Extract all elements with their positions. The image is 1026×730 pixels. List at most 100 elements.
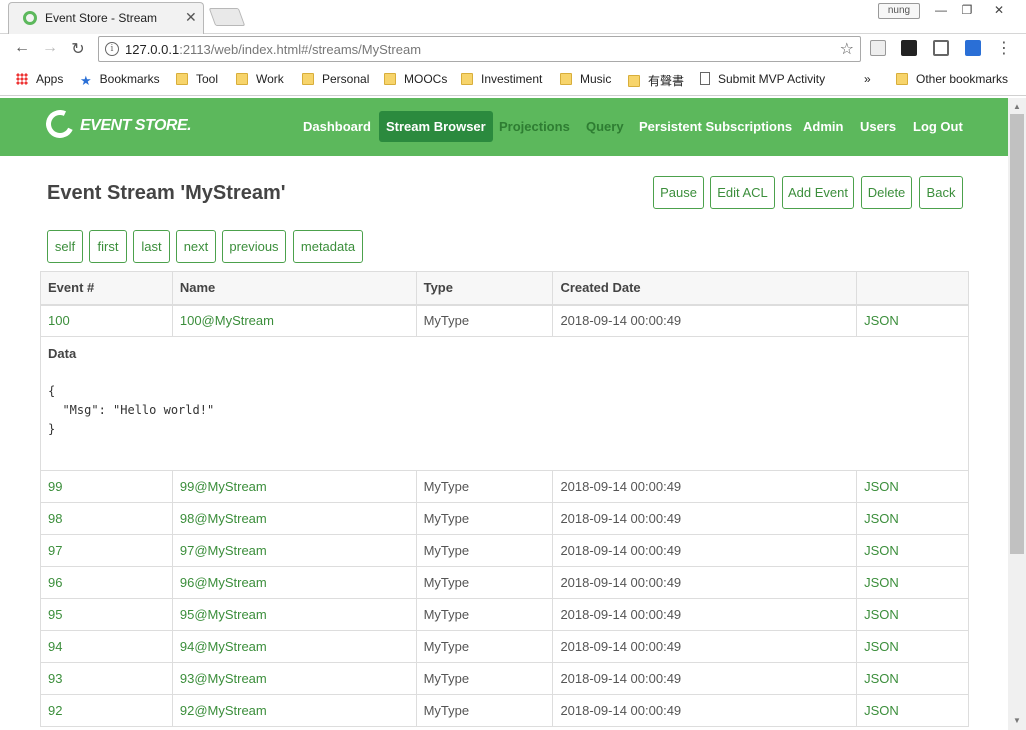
event-number-link[interactable]: 93: [40, 662, 173, 695]
new-tab-button[interactable]: [208, 8, 246, 26]
json-link[interactable]: JSON: [856, 502, 969, 535]
bookmark-moocs[interactable]: MOOCs: [384, 72, 447, 86]
folder-icon: [176, 73, 188, 85]
star-icon[interactable]: ☆: [840, 39, 854, 59]
event-created-date: 2018-09-14 00:00:49: [552, 566, 858, 599]
forward-arrow-icon[interactable]: →: [40, 39, 60, 57]
event-created-date: 2018-09-14 00:00:49: [552, 470, 858, 503]
eventstore-favicon-icon: [23, 11, 37, 25]
event-name-link[interactable]: 98@MyStream: [171, 502, 417, 535]
json-link[interactable]: JSON: [856, 304, 969, 337]
event-number-link[interactable]: 96: [40, 566, 173, 599]
bookmark-bookmarks[interactable]: ★ Bookmarks: [80, 72, 160, 89]
event-name-link[interactable]: 95@MyStream: [171, 598, 417, 631]
next-button[interactable]: next: [176, 230, 216, 263]
last-button[interactable]: last: [133, 230, 170, 263]
json-link[interactable]: JSON: [856, 694, 969, 727]
json-link[interactable]: JSON: [856, 534, 969, 567]
delete-button[interactable]: Delete: [861, 176, 912, 209]
edit-acl-button[interactable]: Edit ACL: [710, 176, 775, 209]
logo-text[interactable]: EVENT STORE.: [80, 117, 192, 135]
scroll-thumb[interactable]: [1010, 114, 1024, 554]
bookmark-investiment[interactable]: Investiment: [461, 72, 542, 86]
previous-button[interactable]: previous: [222, 230, 286, 263]
more-menu-icon[interactable]: ⋮: [996, 38, 1012, 58]
event-name-link[interactable]: 100@MyStream: [171, 304, 417, 337]
json-link[interactable]: JSON: [856, 598, 969, 631]
nav-logout[interactable]: Log Out: [913, 119, 963, 134]
eventstore-logo-icon[interactable]: [42, 106, 78, 142]
event-number-link[interactable]: 98: [40, 502, 173, 535]
add-event-button[interactable]: Add Event: [782, 176, 854, 209]
json-link[interactable]: JSON: [856, 470, 969, 503]
event-name-link[interactable]: 97@MyStream: [171, 534, 417, 567]
extension-copy-icon[interactable]: [870, 40, 886, 56]
tab-title: Event Store - Stream: [45, 11, 158, 25]
table-row: 93 93@MyStream MyType 2018-09-14 00:00:49 JS…: [40, 662, 969, 695]
self-button[interactable]: self: [47, 230, 83, 263]
close-icon[interactable]: ✕: [185, 9, 197, 26]
event-created-date: 2018-09-14 00:00:49: [552, 630, 858, 663]
first-button[interactable]: first: [89, 230, 127, 263]
bookmark-submit-mvp[interactable]: Submit MVP Activity: [700, 72, 825, 86]
back-arrow-icon[interactable]: ←: [12, 39, 32, 57]
address-bar[interactable]: i 127.0.0.1:2113/web/index.html#/streams…: [98, 36, 861, 62]
info-icon[interactable]: i: [105, 42, 119, 56]
event-name-link[interactable]: 93@MyStream: [171, 662, 417, 695]
event-name-link[interactable]: 94@MyStream: [171, 630, 417, 663]
event-name-link[interactable]: 96@MyStream: [171, 566, 417, 599]
bookmark-personal[interactable]: Personal: [302, 72, 369, 86]
json-link[interactable]: JSON: [856, 630, 969, 663]
nav-persistent-subscriptions[interactable]: Persistent Subscriptions: [639, 119, 792, 134]
scroll-up-icon[interactable]: ▲: [1013, 102, 1021, 111]
event-name-link[interactable]: 99@MyStream: [171, 470, 417, 503]
metadata-button[interactable]: metadata: [293, 230, 363, 263]
page-scrollbar[interactable]: ▲ ▼: [1008, 98, 1026, 730]
bookmark-apps[interactable]: Apps: [16, 72, 63, 86]
extension-trello-icon[interactable]: [933, 40, 949, 56]
bookmark-other[interactable]: Other bookmarks: [896, 72, 1008, 86]
pause-button[interactable]: Pause: [653, 176, 704, 209]
bookmarks-overflow-icon[interactable]: »: [864, 72, 871, 86]
bookmarks-bar: Apps ★ Bookmarks Tool Work Personal MOOCs…: [0, 64, 1026, 96]
nav-projections[interactable]: Projections: [499, 119, 570, 134]
restore-icon[interactable]: ❐: [952, 1, 982, 19]
window-close-icon[interactable]: ✕: [984, 1, 1014, 19]
event-created-date: 2018-09-14 00:00:49: [552, 694, 858, 727]
bookmark-label: 有聲書: [648, 74, 685, 88]
event-created-date: 2018-09-14 00:00:49: [552, 598, 858, 631]
bookmark-label: Submit MVP Activity: [718, 72, 826, 86]
nav-users[interactable]: Users: [860, 119, 896, 134]
nav-admin[interactable]: Admin: [803, 119, 843, 134]
extension-play-icon[interactable]: [901, 40, 917, 56]
reload-icon[interactable]: ↻: [68, 39, 88, 59]
table-row: 92 92@MyStream MyType 2018-09-14 00:00:49 JS…: [40, 694, 969, 727]
nav-query[interactable]: Query: [586, 119, 624, 134]
bookmark-audiobooks[interactable]: 有聲書: [628, 72, 684, 89]
json-link[interactable]: JSON: [856, 566, 969, 599]
browser-tab[interactable]: Event Store - Stream ✕: [8, 2, 204, 34]
event-number-link[interactable]: 100: [40, 304, 173, 337]
event-number-link[interactable]: 97: [40, 534, 173, 567]
event-number-link[interactable]: 94: [40, 630, 173, 663]
event-type: MyType: [415, 694, 554, 727]
event-number-link[interactable]: 95: [40, 598, 173, 631]
table-row: 100 100@MyStream MyType 2018-09-14 00:00…: [40, 304, 969, 337]
back-button[interactable]: Back: [919, 176, 963, 209]
bookmark-work[interactable]: Work: [236, 72, 284, 86]
nav-dashboard[interactable]: Dashboard: [303, 119, 371, 134]
event-number-link[interactable]: 99: [40, 470, 173, 503]
table-row: 97 97@MyStream MyType 2018-09-14 00:00:49 JS…: [40, 534, 969, 567]
bookmark-label: Music: [580, 72, 612, 86]
data-label: Data: [48, 346, 77, 361]
event-number-link[interactable]: 92: [40, 694, 173, 727]
profile-badge[interactable]: nung: [878, 3, 920, 19]
extension-pocket-icon[interactable]: [965, 40, 981, 56]
event-name-link[interactable]: 92@MyStream: [171, 694, 417, 727]
json-link[interactable]: JSON: [856, 662, 969, 695]
bookmark-tool[interactable]: Tool: [176, 72, 218, 86]
scroll-down-icon[interactable]: ▼: [1013, 716, 1021, 725]
nav-stream-browser[interactable]: Stream Browser: [379, 111, 493, 142]
bookmark-music[interactable]: Music: [560, 72, 611, 86]
url-text[interactable]: 127.0.0.1:2113/web/index.html#/streams/M…: [125, 42, 421, 57]
